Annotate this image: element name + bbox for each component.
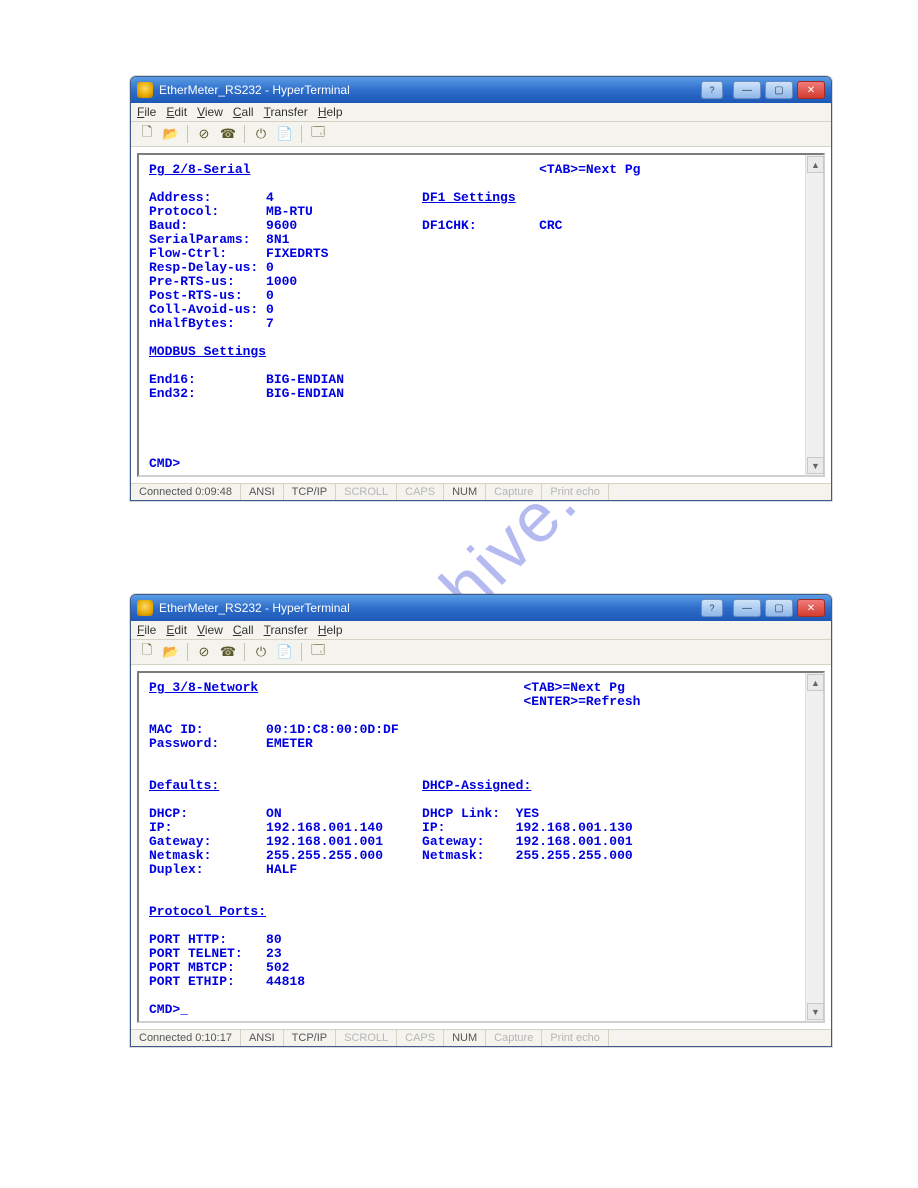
statusbar: Connected 0:09:48 ANSI TCP/IP SCROLL CAP… <box>131 483 831 500</box>
menu-file[interactable]: File <box>137 623 156 637</box>
maximize-button[interactable]: ▢ <box>765 599 793 617</box>
menu-file[interactable]: File <box>137 105 156 119</box>
tb-hangup-icon[interactable]: ⏻ <box>251 642 271 662</box>
hyperterminal-window-1: EtherMeter_RS232 - HyperTerminal ? — ▢ ✕… <box>130 76 832 501</box>
scroll-up-icon[interactable]: ▲ <box>807 156 824 173</box>
menu-transfer[interactable]: Transfer <box>264 105 308 119</box>
status-connected: Connected 0:09:48 <box>131 484 241 500</box>
status-encoding: ANSI <box>241 1030 284 1046</box>
menu-view[interactable]: View <box>197 105 223 119</box>
toolbar: 🗋 📂 ⊘ ☎ ⏻ 📄 🗔 <box>131 640 831 665</box>
terminal-frame: Pg 3/8-Network <TAB>=Next Pg <ENTER>=Ref… <box>137 671 825 1023</box>
menu-help[interactable]: Help <box>318 623 343 637</box>
app-icon <box>137 82 153 98</box>
status-scroll: SCROLL <box>336 1030 397 1046</box>
tb-separator <box>301 643 302 661</box>
menu-call[interactable]: Call <box>233 105 254 119</box>
tb-call-icon[interactable]: ☎ <box>218 124 238 144</box>
menu-transfer[interactable]: Transfer <box>264 623 308 637</box>
menu-edit[interactable]: Edit <box>166 623 187 637</box>
scroll-down-icon[interactable]: ▼ <box>807 1003 824 1020</box>
scroll-down-icon[interactable]: ▼ <box>807 457 824 474</box>
scrollbar[interactable]: ▲ ▼ <box>805 155 823 475</box>
status-connected: Connected 0:10:17 <box>131 1030 241 1046</box>
tb-open-icon[interactable]: 📂 <box>161 642 181 662</box>
tb-config-icon[interactable]: 🗔 <box>308 124 328 144</box>
status-capture: Capture <box>486 1030 542 1046</box>
status-scroll: SCROLL <box>336 484 397 500</box>
tb-new-icon[interactable]: 🗋 <box>137 124 157 144</box>
status-protocol: TCP/IP <box>284 484 336 500</box>
statusbar: Connected 0:10:17 ANSI TCP/IP SCROLL CAP… <box>131 1029 831 1046</box>
menubar: File Edit View Call Transfer Help <box>131 103 831 122</box>
status-capture: Capture <box>486 484 542 500</box>
minimize-button[interactable]: — <box>733 81 761 99</box>
titlebar[interactable]: EtherMeter_RS232 - HyperTerminal ? — ▢ ✕ <box>131 595 831 621</box>
tb-separator <box>187 125 188 143</box>
toolbar: 🗋 📂 ⊘ ☎ ⏻ 📄 🗔 <box>131 122 831 147</box>
tb-hangup-icon[interactable]: ⏻ <box>251 124 271 144</box>
menu-edit[interactable]: Edit <box>166 105 187 119</box>
tb-new-icon[interactable]: 🗋 <box>137 642 157 662</box>
tb-call-icon[interactable]: ☎ <box>218 642 238 662</box>
tb-config-icon[interactable]: 🗔 <box>308 642 328 662</box>
tb-separator <box>187 643 188 661</box>
tb-stop-icon[interactable]: ⊘ <box>194 124 214 144</box>
tb-stop-icon[interactable]: ⊘ <box>194 642 214 662</box>
menu-help[interactable]: Help <box>318 105 343 119</box>
tb-props-icon[interactable]: 📄 <box>275 642 295 662</box>
maximize-button[interactable]: ▢ <box>765 81 793 99</box>
tb-separator <box>244 643 245 661</box>
app-icon <box>137 600 153 616</box>
status-caps: CAPS <box>397 1030 444 1046</box>
scroll-up-icon[interactable]: ▲ <box>807 674 824 691</box>
menu-view[interactable]: View <box>197 623 223 637</box>
menu-call[interactable]: Call <box>233 623 254 637</box>
status-printecho: Print echo <box>542 1030 609 1046</box>
status-printecho: Print echo <box>542 484 609 500</box>
context-help-button[interactable]: ? <box>701 81 723 99</box>
terminal-output[interactable]: Pg 3/8-Network <TAB>=Next Pg <ENTER>=Ref… <box>139 673 805 1021</box>
close-button[interactable]: ✕ <box>797 599 825 617</box>
terminal-output[interactable]: Pg 2/8-Serial <TAB>=Next Pg Address: 4 D… <box>139 155 805 475</box>
titlebar[interactable]: EtherMeter_RS232 - HyperTerminal ? — ▢ ✕ <box>131 77 831 103</box>
tb-props-icon[interactable]: 📄 <box>275 124 295 144</box>
terminal-frame: Pg 2/8-Serial <TAB>=Next Pg Address: 4 D… <box>137 153 825 477</box>
context-help-button[interactable]: ? <box>701 599 723 617</box>
minimize-button[interactable]: — <box>733 599 761 617</box>
tb-separator <box>244 125 245 143</box>
tb-open-icon[interactable]: 📂 <box>161 124 181 144</box>
status-caps: CAPS <box>397 484 444 500</box>
scrollbar[interactable]: ▲ ▼ <box>805 673 823 1021</box>
status-num: NUM <box>444 1030 486 1046</box>
close-button[interactable]: ✕ <box>797 81 825 99</box>
window-title: EtherMeter_RS232 - HyperTerminal <box>159 83 695 97</box>
status-encoding: ANSI <box>241 484 284 500</box>
status-num: NUM <box>444 484 486 500</box>
tb-separator <box>301 125 302 143</box>
hyperterminal-window-2: EtherMeter_RS232 - HyperTerminal ? — ▢ ✕… <box>130 594 832 1047</box>
status-protocol: TCP/IP <box>284 1030 336 1046</box>
window-title: EtherMeter_RS232 - HyperTerminal <box>159 601 695 615</box>
menubar: File Edit View Call Transfer Help <box>131 621 831 640</box>
